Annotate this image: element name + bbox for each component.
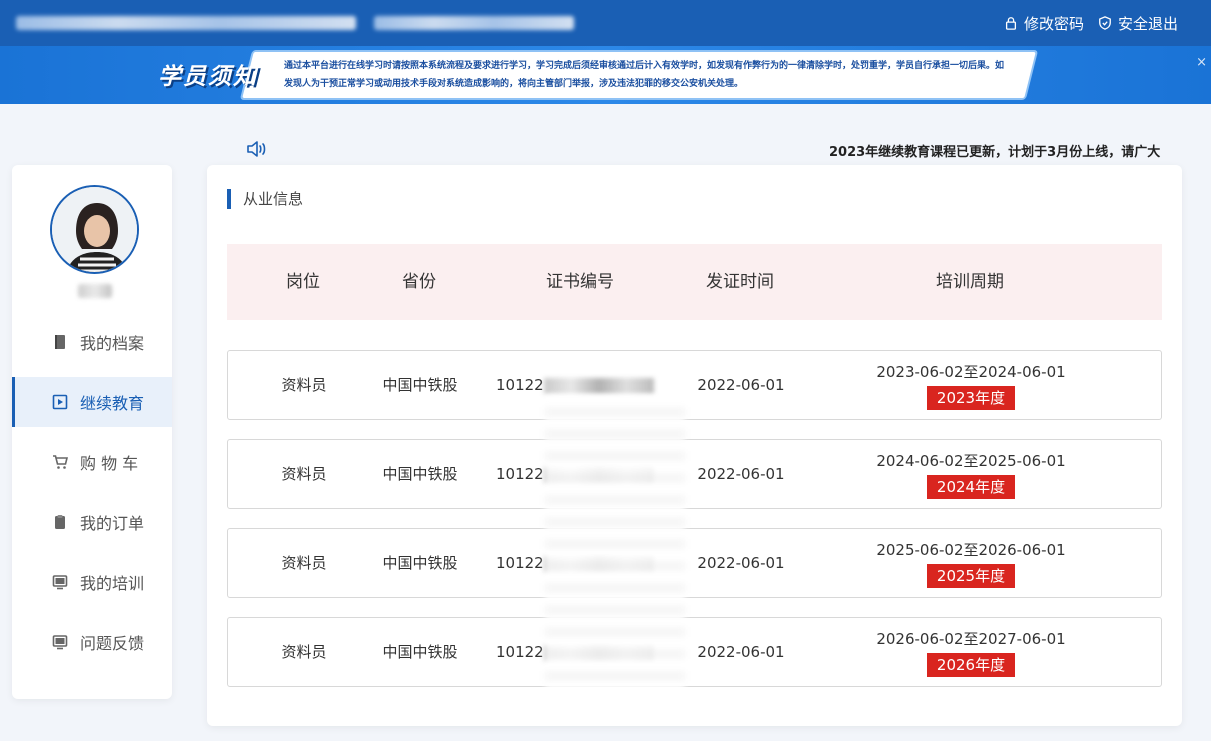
period-range: 2024-06-02至2025-06-01 [876,452,1066,470]
clipboard-icon [55,515,65,529]
table-row: 资料员 中国中铁股 10122 2022-06-01 2025-06-02至20… [227,528,1162,598]
cell-training-period: 2024-06-02至2025-06-01 2024年度 [871,450,1071,499]
cell-province: 中国中铁股 [382,643,458,661]
sidebar-item-shopping-cart[interactable]: 购 物 车 [12,437,172,487]
period-range: 2023-06-02至2024-06-01 [876,363,1066,381]
change-password-label: 修改密码 [1023,14,1084,33]
period-range: 2026-06-02至2027-06-01 [876,630,1066,648]
table-row: 资料员 中国中铁股 10122 2022-06-01 2023-06-02至20… [227,350,1162,420]
cell-province: 中国中铁股 [382,465,458,483]
cert-blurred [543,377,654,394]
sidebar-item-label: 继续教育 [80,394,145,413]
sidebar-item-feedback[interactable]: 问题反馈 [12,617,172,667]
cell-cert-number: 10122 [496,351,676,419]
cell-position: 资料员 [281,465,327,483]
cell-issue-date: 2022-06-01 [697,376,785,394]
column-header: 省份 [402,272,436,292]
cert-prefix: 10122 [496,643,544,661]
avatar-photo [52,187,137,272]
cert-blurred [543,555,654,572]
sidebar-item-continuing-education[interactable]: 继续教育 [12,377,172,427]
play-icon [52,394,68,410]
cert-prefix: 10122 [496,465,544,483]
sidebar-item-label: 我的订单 [80,514,145,533]
cell-cert-number: 10122 [496,618,676,686]
sidebar-item-my-profile[interactable]: 我的档案 [12,317,172,367]
cell-cert-number: 10122 [496,440,676,508]
logout-link[interactable]: 安全退出 [1098,13,1178,34]
sidebar-item-label: 购 物 车 [80,454,139,473]
sidebar: 我的档案 继续教育 购 物 车 我的订单 我的培训 问题反馈 [12,165,172,699]
notice-marquee: 2023年继续教育课程已更新，计划于3月份上线，请广大 [829,145,1161,160]
cell-cert-number: 10122 [496,529,676,597]
cell-issue-date: 2022-06-01 [697,643,785,661]
monitor-icon [52,635,68,650]
cert-prefix: 10122 [496,554,544,572]
cell-province: 中国中铁股 [382,376,458,394]
sidebar-item-label: 我的档案 [80,334,145,353]
shield-icon [1099,16,1111,30]
speaker-icon [247,141,266,157]
table-row: 资料员 中国中铁股 10122 2022-06-01 2024-06-02至20… [227,439,1162,509]
banner-close-icon[interactable]: × [1196,55,1207,70]
table-header: 岗位 省份 证书编号 发证时间 培训周期 [227,244,1162,320]
sidebar-item-label: 我的培训 [80,574,145,593]
year-badge[interactable]: 2024年度 [926,475,1016,499]
sidebar-item-my-orders[interactable]: 我的订单 [12,497,172,547]
monitor-icon [52,575,68,590]
column-header: 培训周期 [936,272,1004,292]
avatar [50,185,139,274]
cell-training-period: 2026-06-02至2027-06-01 2026年度 [871,628,1071,677]
cert-blurred [543,466,654,483]
sidebar-item-label: 问题反馈 [80,634,145,653]
banner-tag: 学员须知 [158,64,258,90]
notice-banner: 学员须知 通过本平台进行在线学习时请按照本系统流程及要求进行学习，学习完成后须经… [0,46,1211,104]
logout-label: 安全退出 [1117,14,1178,33]
table-row: 资料员 中国中铁股 10122 2022-06-01 2026-06-02至20… [227,617,1162,687]
main-panel: 从业信息 岗位 省份 证书编号 发证时间 培训周期 资料员 中国中铁股 1012… [207,165,1182,726]
cart-icon [53,455,68,469]
cell-province: 中国中铁股 [382,554,458,572]
sidebar-menu: 我的档案 继续教育 购 物 车 我的订单 我的培训 问题反馈 [12,317,172,677]
year-badge[interactable]: 2025年度 [926,564,1016,588]
column-header: 证书编号 [546,272,614,292]
sidebar-item-my-training[interactable]: 我的培训 [12,557,172,607]
column-header: 岗位 [286,272,320,292]
cell-position: 资料员 [281,554,327,572]
cert-blurred [543,644,654,661]
cell-issue-date: 2022-06-01 [697,554,785,572]
cell-position: 资料员 [281,376,327,394]
cell-training-period: 2025-06-02至2026-06-01 2025年度 [871,539,1071,588]
banner-text: 通过本平台进行在线学习时请按照本系统流程及要求进行学习，学习完成后须经审核通过后… [284,61,1005,89]
year-badge[interactable]: 2026年度 [926,653,1016,677]
cell-issue-date: 2022-06-01 [697,465,785,483]
section-title: 从业信息 [227,189,303,209]
cell-training-period: 2023-06-02至2024-06-01 2023年度 [871,361,1071,410]
username-blurred [78,283,112,298]
cell-position: 资料员 [281,643,327,661]
lock-icon [1005,17,1016,30]
book-icon [55,335,65,349]
cert-prefix: 10122 [496,376,544,394]
year-badge[interactable]: 2023年度 [926,386,1016,410]
top-bar: 修改密码 安全退出 [0,0,1211,46]
period-range: 2025-06-02至2026-06-01 [876,541,1066,559]
site-title-blurred [16,10,576,36]
column-header: 发证时间 [706,272,774,292]
top-actions: 修改密码 安全退出 [1004,0,1178,46]
change-password-link[interactable]: 修改密码 [1004,13,1084,34]
